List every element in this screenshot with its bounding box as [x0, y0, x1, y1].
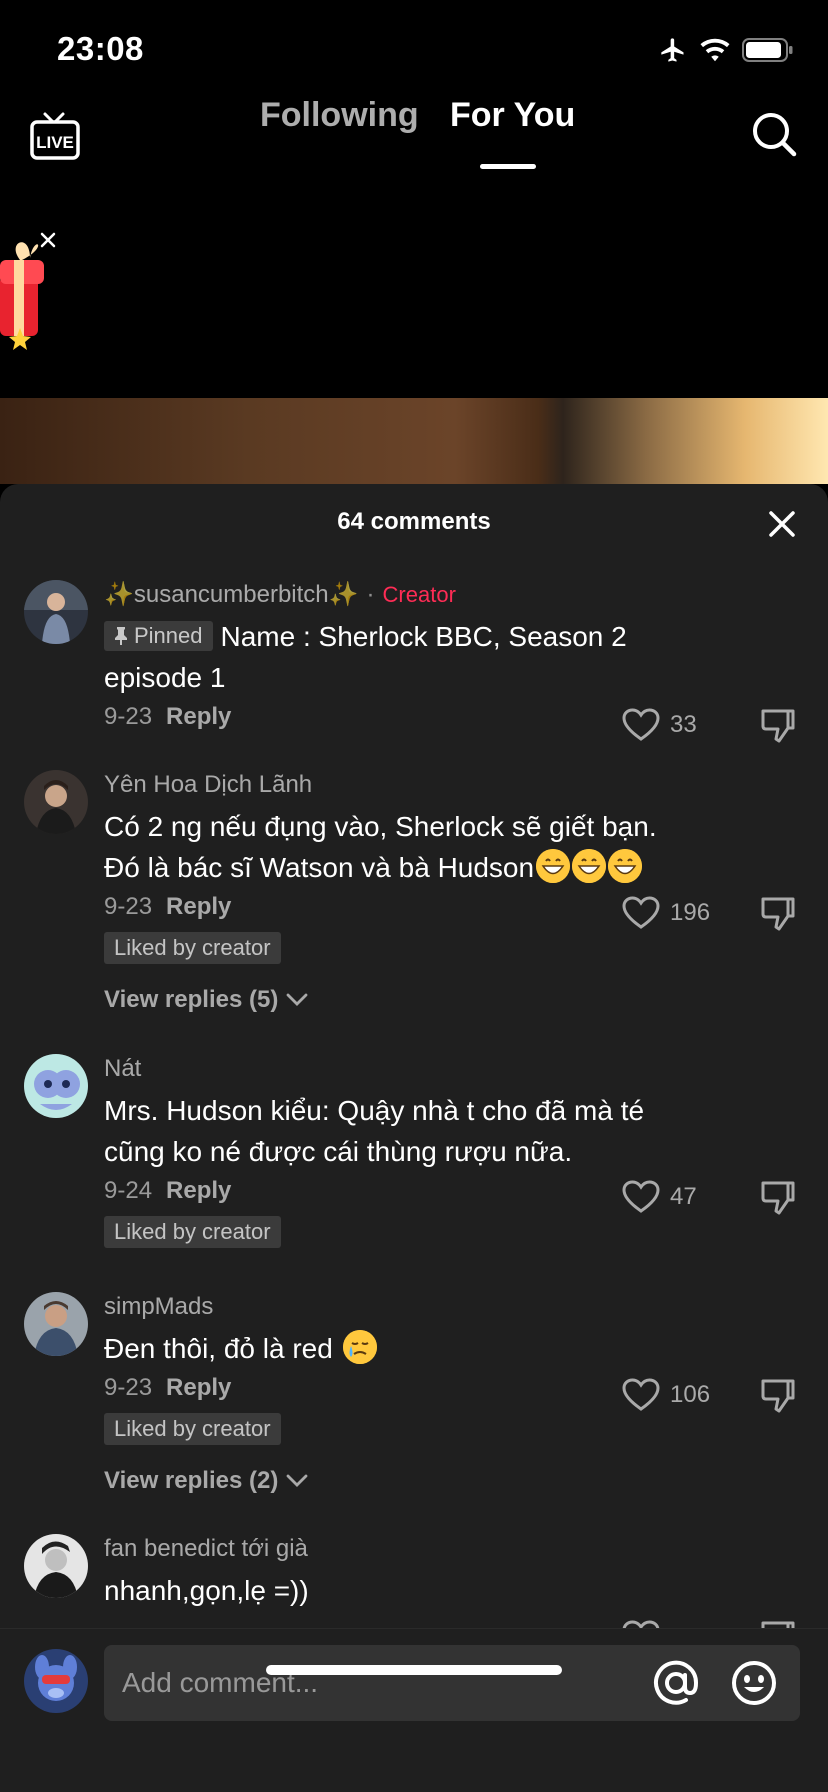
tab-for-you[interactable]: For You — [450, 96, 575, 135]
dislike-icon — [761, 709, 795, 743]
dislike-button[interactable] — [760, 1180, 796, 1216]
avatar[interactable] — [24, 1534, 88, 1598]
view-replies-button[interactable]: View replies (5) — [104, 986, 694, 1014]
close-icon — [40, 232, 56, 248]
reply-button[interactable]: Reply — [166, 703, 231, 730]
emoji-icon — [732, 1661, 776, 1705]
status-time: 23:08 — [57, 30, 144, 67]
comment-date: 9-23 — [104, 703, 153, 730]
emoji-button[interactable] — [730, 1659, 778, 1707]
comment-username[interactable]: Nát — [104, 1055, 141, 1082]
liked-by-creator-badge: Liked by creator — [104, 1413, 281, 1445]
heart-icon — [622, 1378, 660, 1411]
like-count: 106 — [670, 1381, 711, 1408]
crying-emoji — [342, 1330, 377, 1364]
avatar[interactable] — [24, 770, 88, 834]
dislike-button[interactable] — [760, 1378, 796, 1414]
like-count: 196 — [670, 899, 711, 926]
at-icon — [654, 1660, 699, 1705]
avatar[interactable] — [24, 1292, 88, 1356]
comment-username[interactable]: simpMads — [104, 1293, 213, 1320]
close-comments-button[interactable] — [766, 508, 798, 540]
reply-button[interactable]: Reply — [166, 1374, 231, 1401]
my-avatar — [24, 1649, 88, 1713]
pinned-badge: Pinned — [104, 621, 213, 651]
home-indicator[interactable] — [266, 1665, 562, 1675]
comment-date: 9-23 — [104, 1374, 153, 1401]
comment-text: nhanh,gọn,lẹ =)) — [104, 1575, 309, 1606]
heart-icon — [622, 708, 660, 741]
dislike-button[interactable] — [760, 708, 796, 744]
top-nav: LIVE Following For You — [0, 96, 828, 176]
comment-input-container — [104, 1645, 800, 1721]
dislike-button[interactable] — [760, 896, 796, 932]
comment-input-bar — [0, 1628, 828, 1792]
wifi-icon — [700, 38, 730, 62]
live-button[interactable]: LIVE — [30, 110, 80, 162]
svg-text:LIVE: LIVE — [36, 133, 74, 152]
video-preview[interactable] — [0, 398, 828, 484]
dislike-icon — [761, 1379, 795, 1413]
liked-by-creator-badge: Liked by creator — [104, 1216, 281, 1248]
comment-input[interactable] — [122, 1645, 642, 1721]
comment-username[interactable]: fan benedict tới già — [104, 1535, 308, 1562]
gift-close-button[interactable] — [38, 230, 58, 250]
airplane-icon — [661, 38, 684, 62]
view-replies-button[interactable]: View replies (2) — [104, 1467, 694, 1495]
avatar[interactable] — [24, 1054, 88, 1118]
like-count: 47 — [670, 1183, 697, 1210]
active-tab-indicator — [480, 164, 536, 169]
pinned-label: Pinned — [134, 623, 203, 648]
battery-icon — [742, 38, 793, 62]
heart-icon — [622, 1180, 660, 1213]
view-replies-label: View replies (2) — [104, 1467, 279, 1494]
pin-icon — [115, 627, 127, 645]
comment-username[interactable]: ✨susancumberbitch✨ — [104, 581, 359, 608]
like-button[interactable]: 106 — [622, 1378, 722, 1412]
like-button[interactable]: 196 — [622, 896, 722, 930]
comment-date: 9-24 — [104, 1177, 153, 1204]
close-icon — [769, 511, 795, 537]
mention-button[interactable] — [652, 1659, 700, 1707]
view-replies-label: View replies (5) — [104, 986, 279, 1013]
reply-button[interactable]: Reply — [166, 893, 231, 920]
comment-text: Mrs. Hudson kiểu: Quậy nhà t cho đã mà t… — [104, 1095, 645, 1167]
comments-sheet: 64 comments ✨susancumberbitch✨ · Creator P… — [0, 484, 828, 1792]
comment-date: 9-23 — [104, 893, 153, 920]
dislike-icon — [761, 1181, 795, 1215]
liked-by-creator-badge: Liked by creator — [104, 932, 281, 964]
creator-label: Creator — [382, 582, 456, 607]
grinning-emoji — [534, 849, 643, 883]
dislike-icon — [761, 897, 795, 931]
comment-username[interactable]: Yên Hoa Dịch Lãnh — [104, 771, 312, 798]
search-button[interactable] — [750, 110, 798, 158]
tab-following[interactable]: Following — [260, 96, 419, 135]
reply-button[interactable]: Reply — [166, 1177, 231, 1204]
like-button[interactable]: 33 — [622, 708, 722, 742]
search-icon — [753, 113, 797, 157]
avatar[interactable] — [24, 580, 88, 644]
status-bar: 23:08 — [0, 0, 828, 96]
comment-text: Đen thôi, đỏ là red — [104, 1333, 333, 1364]
status-icons — [658, 36, 794, 64]
like-count: 33 — [670, 711, 697, 738]
heart-icon — [622, 896, 660, 929]
comments-count-title: 64 comments — [337, 508, 491, 535]
like-button[interactable]: 47 — [622, 1180, 722, 1214]
chevron-down-icon — [286, 993, 308, 1006]
chevron-down-icon — [286, 1474, 308, 1487]
live-icon: LIVE — [30, 112, 80, 160]
